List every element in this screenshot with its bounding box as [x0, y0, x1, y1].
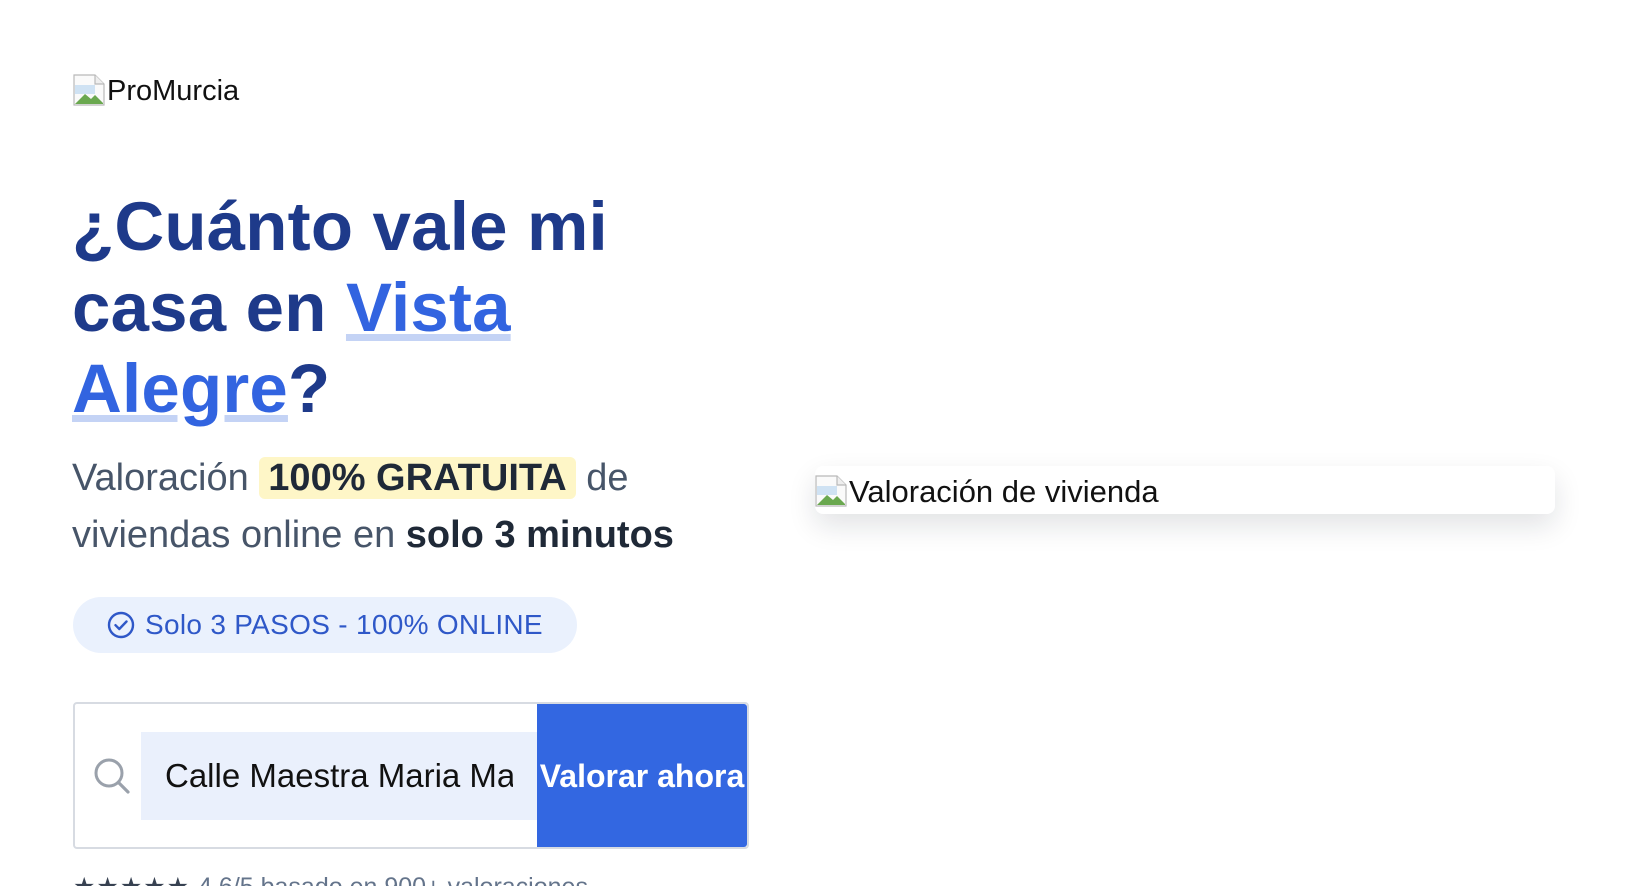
logo-link[interactable]: ProMurcia: [73, 74, 239, 106]
address-input[interactable]: [141, 732, 537, 820]
landing-page: ProMurcia ¿Cuánto vale mi casa en Vista …: [0, 0, 1628, 886]
subtitle: Valoración 100% GRATUITA de viviendas on…: [72, 450, 712, 564]
rating-summary: ★★★★★ 4.6/5 basado en 900+ valoraciones: [73, 872, 588, 886]
title-question-mark: ?: [287, 350, 331, 427]
rating-text: 4.6/5 basado en 900+ valoraciones: [198, 873, 588, 886]
valorar-button[interactable]: Valorar ahora: [537, 704, 747, 847]
check-circle-icon: [107, 611, 135, 639]
search-icon: [75, 704, 141, 847]
hero-image-alt-text: Valoración de vivienda: [849, 474, 1159, 509]
badge-label: Solo 3 PASOS - 100% ONLINE: [145, 609, 543, 640]
hero-image: Valoración de vivienda: [815, 466, 1555, 514]
steps-badge: Solo 3 PASOS - 100% ONLINE: [73, 597, 577, 653]
address-search-form: Valorar ahora: [73, 702, 749, 849]
broken-image-icon: [73, 74, 105, 106]
title-text: ¿Cuánto vale mi casa en: [72, 188, 608, 346]
subtitle-highlight: 100% GRATUITA: [259, 457, 576, 499]
logo-alt-text: ProMurcia: [107, 75, 240, 107]
subtitle-prefix: Valoración: [72, 457, 260, 499]
broken-image-icon: [815, 475, 847, 507]
page-title: ¿Cuánto vale mi casa en Vista Alegre?: [72, 186, 692, 429]
rating-stars: ★★★★★: [73, 873, 190, 886]
subtitle-bold: solo 3 minutos: [405, 514, 674, 556]
